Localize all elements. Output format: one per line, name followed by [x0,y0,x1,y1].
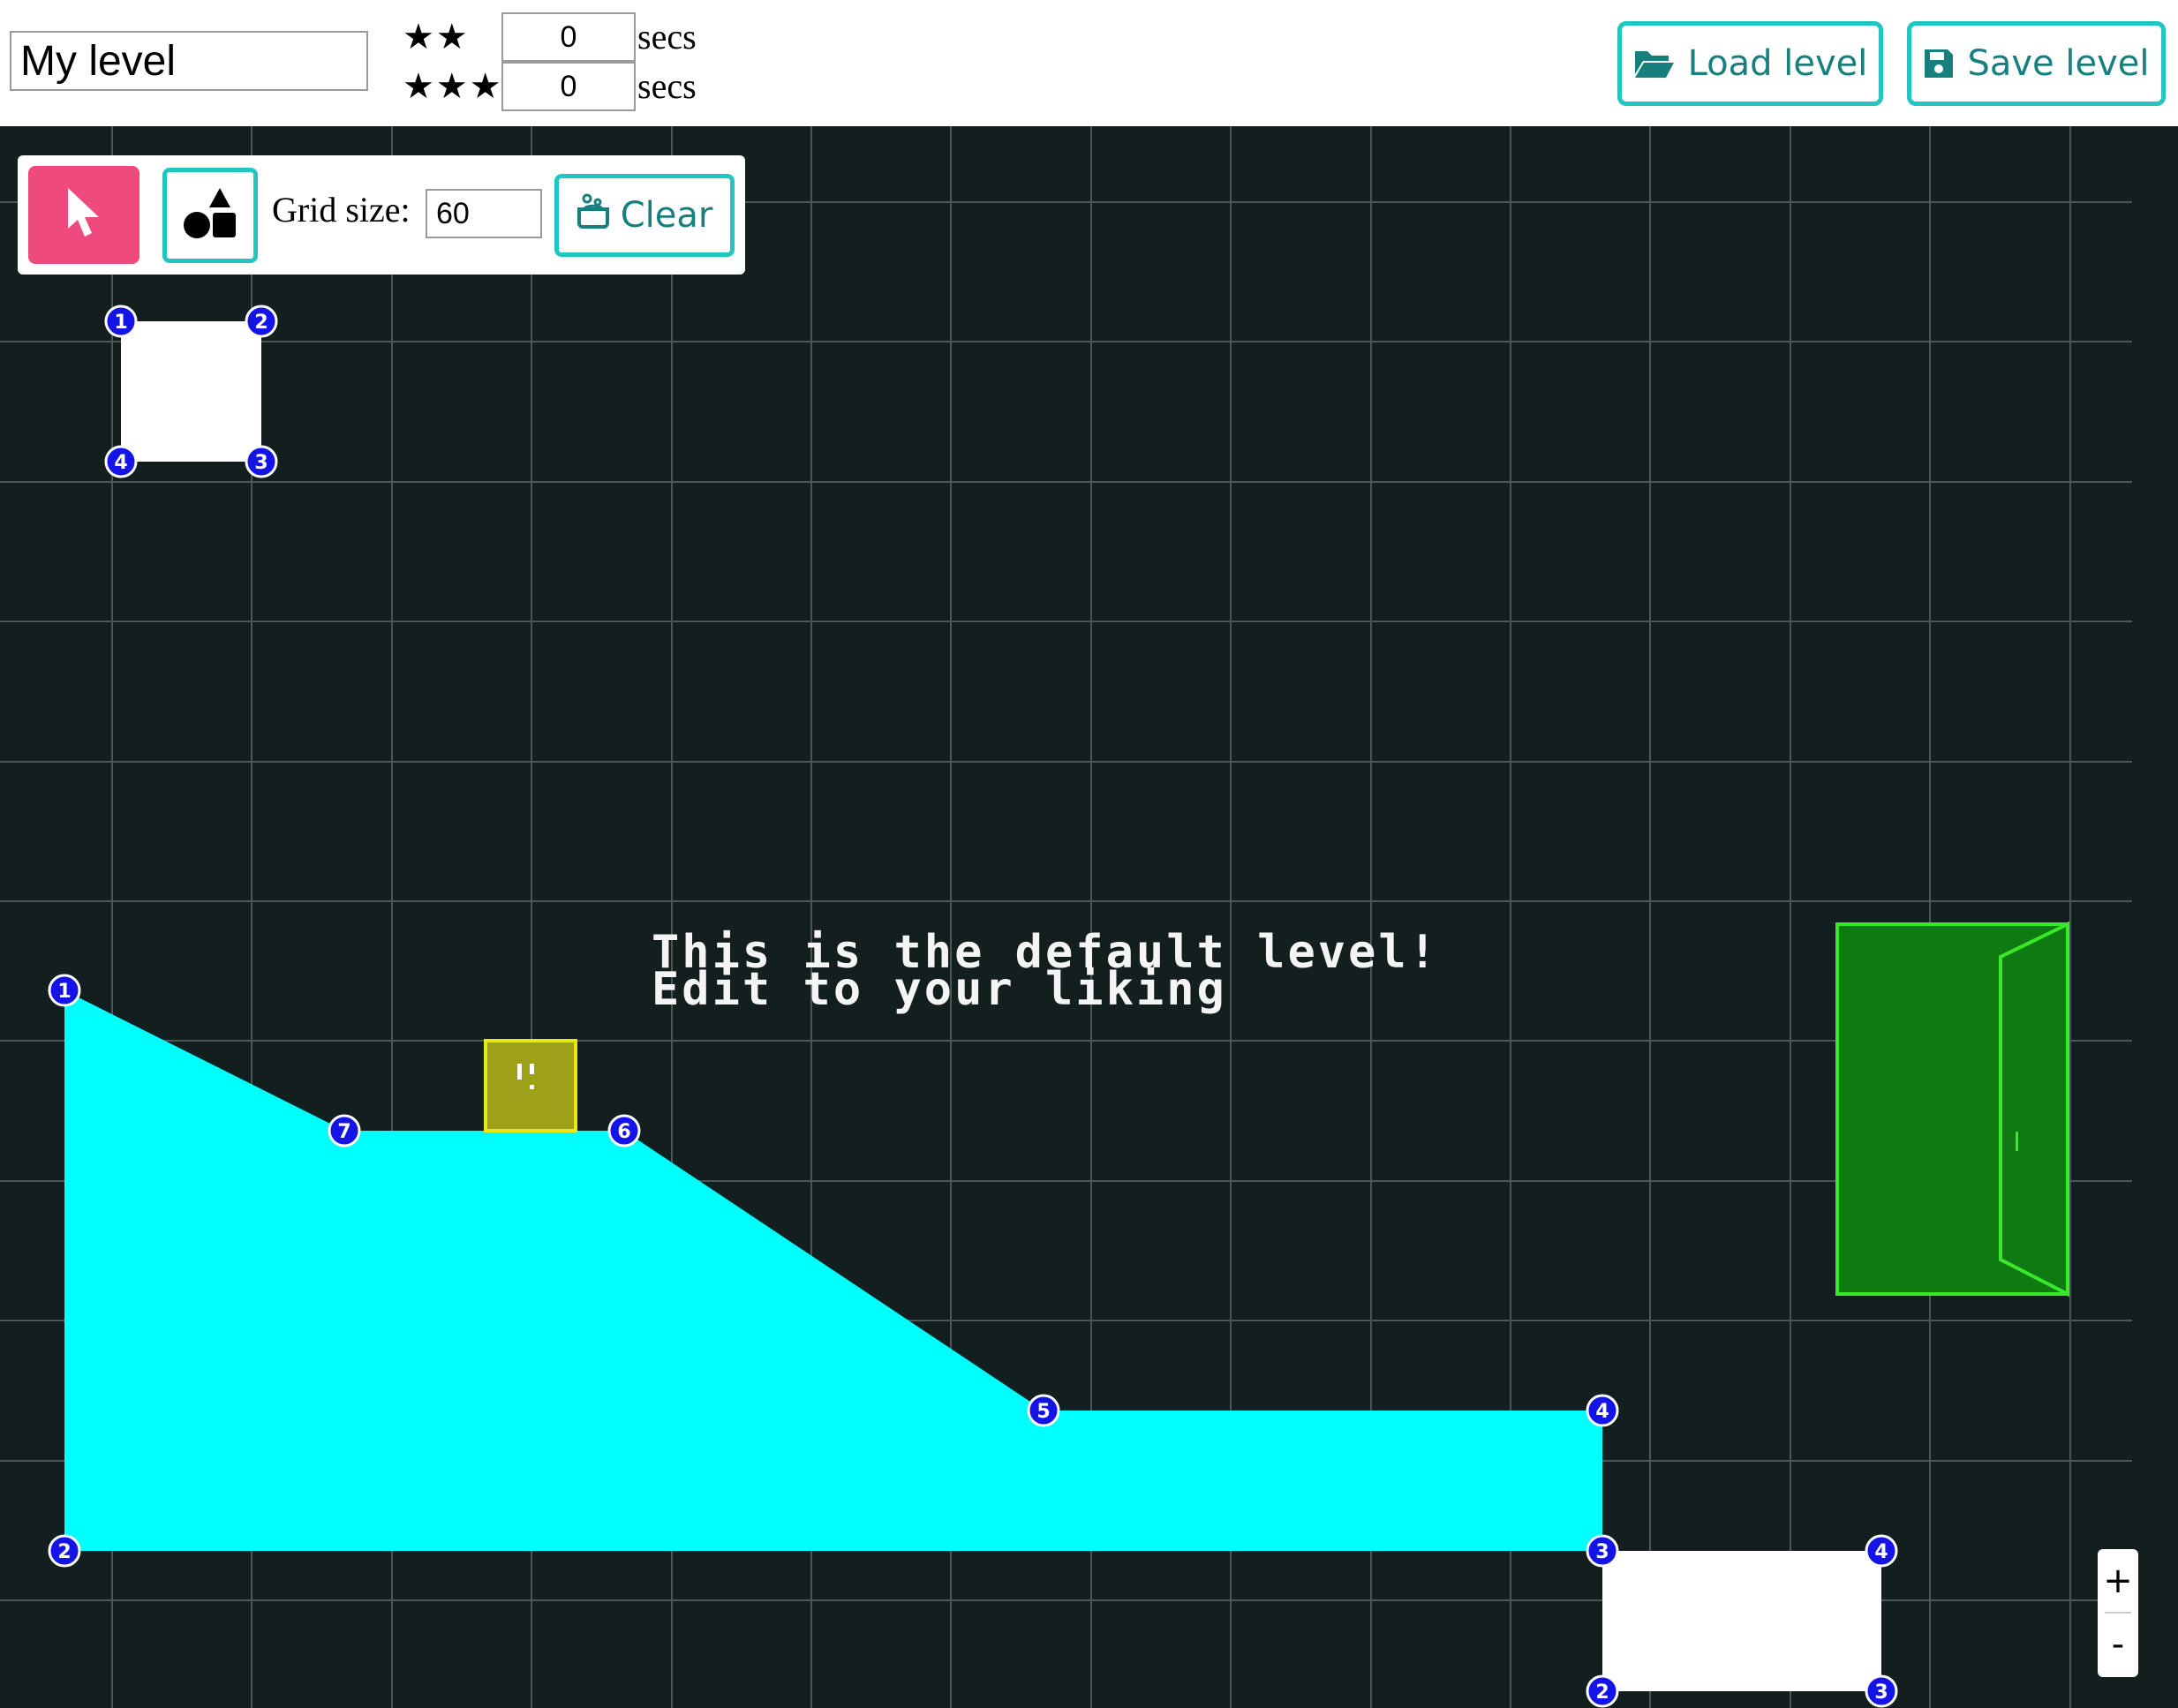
header-bar: ★★ secs ★★★ secs Load level Save level [0,0,2178,126]
white-block-bottom[interactable] [1602,1551,1881,1691]
exit-door[interactable] [1835,921,2069,1298]
two-star-label: ★★ [403,17,470,57]
zoom-in-button[interactable]: + [2098,1554,2138,1607]
white-block-top[interactable] [121,321,261,462]
player-block[interactable] [484,1039,577,1132]
vertex-handle-bottom-white-2[interactable]: 2 [1586,1674,1619,1708]
vertex-handle-cyan-1[interactable]: 1 [48,974,81,1007]
three-star-secs-label: secs [637,66,697,106]
save-level-label: Save level [1967,43,2150,84]
level-scene[interactable]: 1 2 3 4 1 2 3 4 5 6 7 2 3 4 [0,126,2178,1708]
three-star-secs-input[interactable] [501,62,636,111]
grid-size-input[interactable] [426,189,542,238]
default-level-text: This is the default level! Edit to your l… [652,929,1439,1012]
load-level-button[interactable]: Load level [1617,21,1883,106]
folder-open-icon [1633,48,1676,79]
zoom-control: + - [2098,1549,2138,1677]
vertex-handle-top-white-2[interactable]: 2 [245,305,278,338]
level-canvas[interactable]: 1 2 3 4 1 2 3 4 5 6 7 2 3 4 This is the default level… [0,126,2178,1708]
load-level-label: Load level [1687,43,1868,84]
vertex-handle-cyan-2[interactable]: 2 [48,1534,81,1568]
two-star-secs-input[interactable] [501,12,636,62]
vertex-number: 3 [1595,1541,1609,1563]
vertex-number: 3 [254,452,268,474]
vertex-number: 4 [1595,1401,1609,1423]
vertex-handle-cyan-5[interactable]: 5 [1027,1394,1060,1427]
vertex-number: 1 [57,981,71,1003]
floppy-disk-icon [1923,48,1955,79]
zoom-divider [2105,1612,2131,1614]
vertex-handle-cyan-6[interactable]: 6 [607,1114,641,1147]
clear-label: Clear [620,195,713,236]
vertex-handle-cyan-4[interactable]: 4 [1586,1394,1619,1427]
vertex-number: 2 [1595,1682,1609,1704]
vertex-number: 6 [617,1121,630,1143]
shapes-tool-button[interactable] [162,168,258,263]
vertex-number: 7 [337,1121,350,1143]
editor-toolbar: Grid size: Clear [18,155,745,275]
vertex-handle-top-white-1[interactable]: 1 [104,305,138,338]
vertex-number: 3 [1874,1682,1888,1704]
save-level-button[interactable]: Save level [1907,21,2166,106]
shapes-icon [183,186,237,245]
vertex-handle-bottom-white-4[interactable]: 4 [1865,1534,1898,1568]
vertex-handle-cyan-7[interactable]: 7 [328,1114,361,1147]
vertex-number: 2 [254,312,268,334]
level-name-input[interactable] [10,31,368,91]
zoom-out-button[interactable]: - [2098,1618,2138,1671]
vertex-handle-cyan-3[interactable]: 3 [1586,1534,1619,1568]
vertex-number: 2 [57,1541,71,1563]
vertex-handle-top-white-4[interactable]: 4 [104,445,138,478]
three-star-label: ★★★ [403,66,503,107]
vertex-number: 1 [114,312,127,334]
vertex-number: 5 [1036,1401,1050,1423]
cursor-arrow-icon [64,186,103,244]
vertex-handle-bottom-white-3[interactable]: 3 [1865,1674,1898,1708]
select-tool-button[interactable] [28,166,139,264]
soap-icon [577,193,610,237]
vertex-number: 4 [1874,1541,1888,1563]
two-star-secs-label: secs [637,17,697,56]
grid-size-label: Grid size: [272,190,411,229]
clear-button[interactable]: Clear [554,174,735,257]
vertex-handle-top-white-3[interactable]: 3 [245,445,278,478]
vertex-number: 4 [114,452,127,474]
